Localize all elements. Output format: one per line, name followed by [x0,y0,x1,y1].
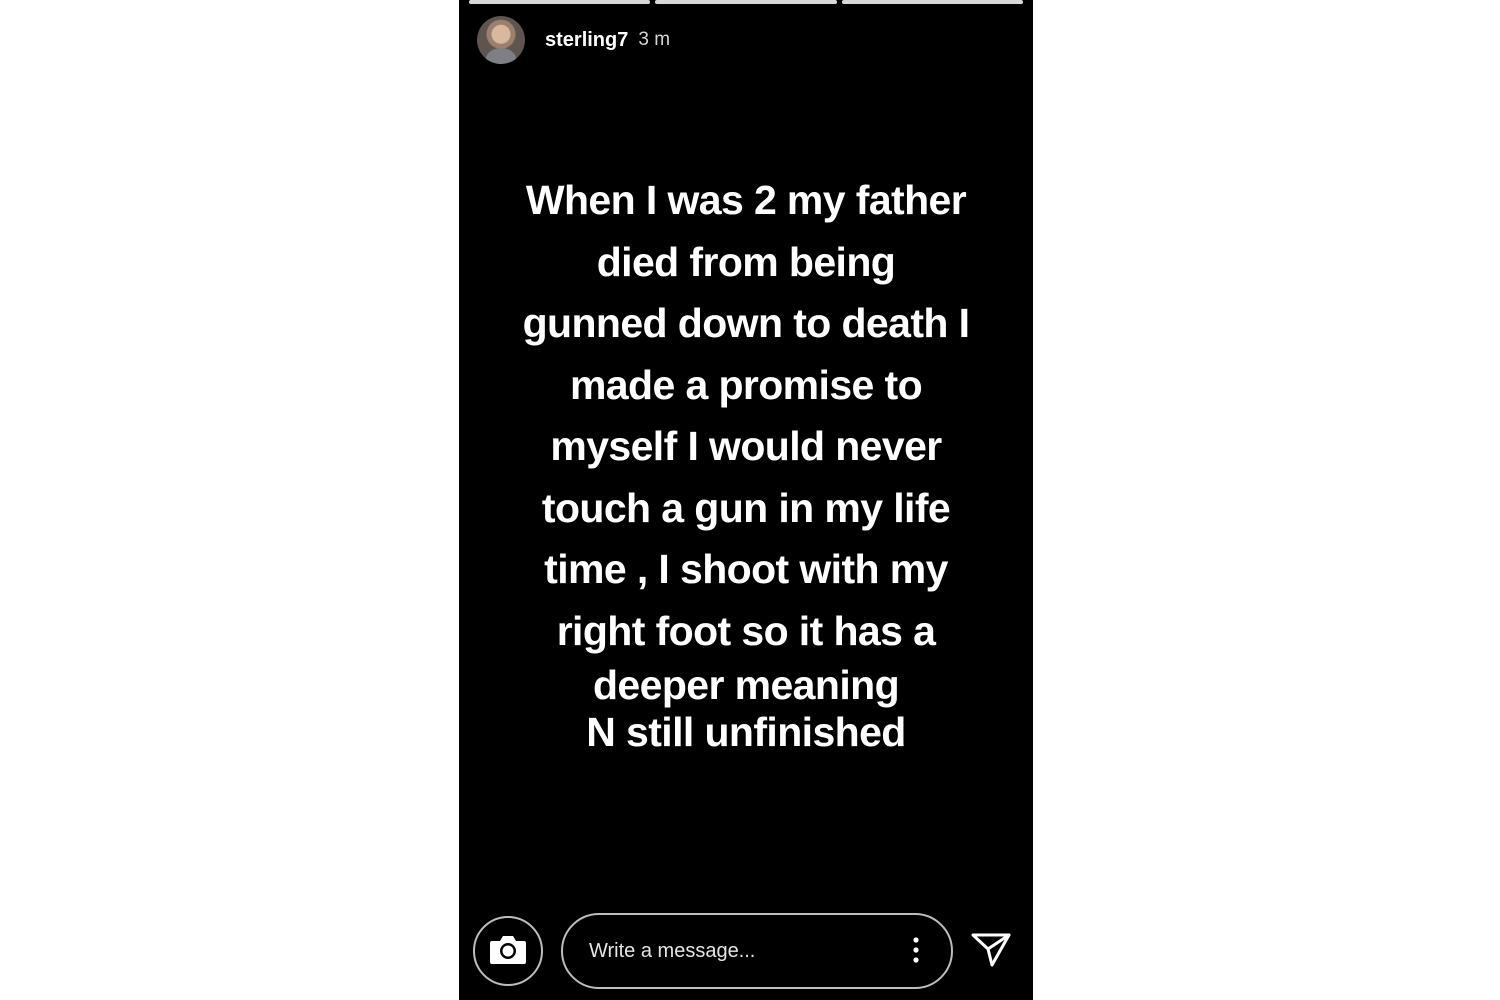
camera-button[interactable] [473,916,543,986]
camera-icon [488,932,528,971]
post-time: 3 m [638,29,671,50]
caption-line: gunned down to death I [522,300,970,346]
caption-line: time , I shoot with my [544,546,948,592]
send-button[interactable] [969,930,1013,974]
progress-segment [655,0,837,4]
caption-line: died from being [596,238,896,285]
username[interactable]: sterling7 [545,29,628,52]
message-input[interactable] [587,938,881,964]
story-caption: When I was 2 my father died from being g… [459,170,1033,756]
story-header: sterling7 3 m [477,16,670,64]
caption-line: deeper meaning [592,662,900,708]
caption-line: made a promise to [569,361,923,408]
story-footer [459,910,1033,994]
progress-segment [841,0,1023,4]
more-vertical-icon [913,936,919,968]
caption-line: right foot so it has a [556,607,936,654]
caption-line: myself I would never [550,423,942,469]
progress-segment [469,0,651,4]
story-progress-bar [469,0,1023,4]
caption-line: When I was 2 my father [525,177,967,223]
story-viewer[interactable]: sterling7 3 m When I was 2 my father die… [459,0,1033,1000]
caption-line: touch a gun in my life [541,484,951,531]
message-field-container[interactable] [561,913,953,989]
caption-line: N still unfinished [586,709,906,755]
more-options-button[interactable] [911,936,921,968]
send-icon [971,932,1011,973]
avatar[interactable] [477,16,525,64]
